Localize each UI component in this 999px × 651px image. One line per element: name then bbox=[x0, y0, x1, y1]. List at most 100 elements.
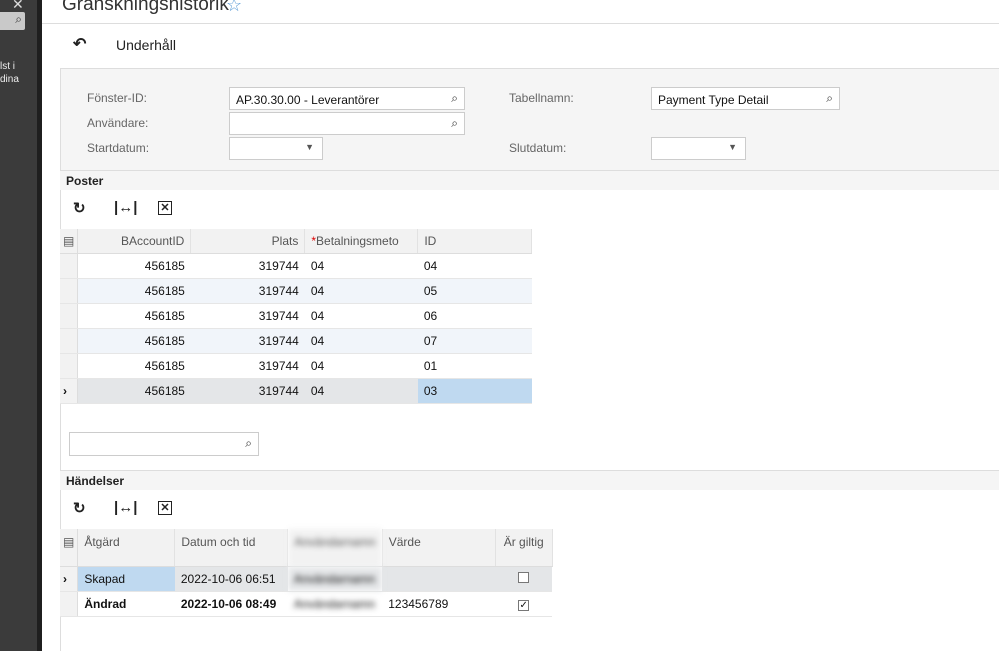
checkbox[interactable]: ✓ bbox=[518, 599, 530, 611]
cell-baccountid[interactable]: 456185 bbox=[77, 378, 191, 404]
row-selector[interactable] bbox=[60, 253, 79, 279]
table-row[interactable]: 456185 319744 04 01 bbox=[60, 353, 532, 379]
row-selector[interactable] bbox=[60, 303, 79, 329]
start-date-select[interactable]: ▼ bbox=[229, 137, 323, 160]
table-row[interactable]: 456185 319744 04 04 bbox=[60, 253, 532, 279]
row-selector[interactable] bbox=[60, 328, 79, 354]
poster-grid: ▤ BAccountID Plats *Betalningsmeto ID 45… bbox=[60, 229, 533, 404]
cell-value[interactable]: 123456789 bbox=[382, 591, 496, 617]
table-row[interactable]: 456185 319744 04 05 bbox=[60, 278, 532, 304]
table-row[interactable]: 456185 319744 04 07 bbox=[60, 328, 532, 354]
search-icon[interactable]: ⌕ bbox=[826, 91, 833, 106]
cell-datetime[interactable]: 2022-10-06 08:49 bbox=[174, 591, 288, 617]
window-id-label: Fönster-ID: bbox=[87, 91, 148, 105]
cell-plats[interactable]: 319744 bbox=[190, 303, 305, 329]
cell-baccountid[interactable]: 456185 bbox=[77, 303, 191, 329]
cell-betalningsmetod[interactable]: 04 bbox=[304, 278, 418, 304]
user-label: Användare: bbox=[87, 116, 149, 130]
cell-id[interactable]: 03 bbox=[417, 378, 532, 404]
cell-plats[interactable]: 319744 bbox=[190, 353, 305, 379]
search-icon[interactable]: ⌕ bbox=[451, 116, 458, 131]
cell-baccountid[interactable]: 456185 bbox=[77, 253, 191, 279]
search-icon[interactable]: ⌕ bbox=[0, 12, 25, 30]
cell-id[interactable]: 06 bbox=[417, 303, 532, 329]
cell-value[interactable] bbox=[382, 566, 496, 592]
table-row[interactable]: 456185 319744 04 06 bbox=[60, 303, 532, 329]
sidebar-text: lst i dina bbox=[0, 61, 19, 85]
table-row[interactable]: Ändrad 2022-10-06 08:49 Användarnamn 123… bbox=[60, 591, 553, 617]
table-row[interactable]: › Skapad 2022-10-06 06:51 Användarnamn bbox=[60, 566, 553, 592]
start-date-label: Startdatum: bbox=[87, 141, 150, 155]
cell-id[interactable]: 05 bbox=[417, 278, 532, 304]
column-header-datetime[interactable]: Datum och tid bbox=[174, 529, 289, 567]
refresh-icon[interactable]: ↻ bbox=[73, 199, 86, 217]
cell-username[interactable]: Användarnamn bbox=[287, 591, 383, 617]
cell-valid[interactable]: ✓ bbox=[495, 591, 553, 617]
cell-betalningsmetod[interactable]: 04 bbox=[304, 303, 418, 329]
cell-betalningsmetod[interactable]: 04 bbox=[304, 353, 418, 379]
row-selector[interactable] bbox=[60, 353, 79, 379]
cell-baccountid[interactable]: 456185 bbox=[77, 328, 191, 354]
cell-betalningsmetod[interactable]: 04 bbox=[304, 328, 418, 354]
cell-plats[interactable]: 319744 bbox=[190, 328, 305, 354]
page-title: Granskningshistorik bbox=[62, 0, 229, 15]
table-name-label: Tabellnamn: bbox=[509, 91, 574, 105]
excel-export-icon[interactable]: ✕ bbox=[158, 201, 172, 215]
search-icon[interactable]: ⌕ bbox=[451, 91, 458, 106]
poster-section-title: Poster bbox=[60, 170, 999, 190]
column-header-plats[interactable]: Plats bbox=[190, 229, 306, 254]
chevron-down-icon: ▼ bbox=[305, 142, 314, 152]
column-header-value[interactable]: Värde bbox=[382, 529, 496, 567]
user-input[interactable]: ⌕ bbox=[229, 112, 465, 135]
row-selector[interactable]: › bbox=[60, 566, 79, 592]
cell-valid[interactable] bbox=[495, 566, 553, 592]
row-selector[interactable]: › bbox=[60, 378, 79, 404]
cell-plats[interactable]: 319744 bbox=[190, 253, 305, 279]
cell-id[interactable]: 01 bbox=[417, 353, 532, 379]
column-header-baccountid[interactable]: BAccountID bbox=[77, 229, 192, 254]
events-section-title: Händelser bbox=[60, 470, 999, 490]
cell-baccountid[interactable]: 456185 bbox=[77, 278, 191, 304]
refresh-icon[interactable]: ↻ bbox=[73, 499, 86, 517]
window-id-input[interactable]: AP.30.30.00 - Leverantörer ⌕ bbox=[229, 87, 465, 110]
row-selector[interactable] bbox=[60, 278, 79, 304]
cell-action[interactable]: Skapad bbox=[77, 566, 175, 592]
table-name-input[interactable]: Payment Type Detail ⌕ bbox=[651, 87, 840, 110]
row-selector[interactable] bbox=[60, 591, 79, 617]
app-sidebar: ✕ ⌕ lst i dina bbox=[0, 0, 37, 651]
sidebar-divider bbox=[37, 0, 42, 651]
checkbox[interactable] bbox=[518, 571, 530, 583]
cell-action[interactable]: Ändrad bbox=[77, 591, 175, 617]
cell-betalningsmetod[interactable]: 04 bbox=[304, 253, 418, 279]
chevron-down-icon: ▼ bbox=[728, 142, 737, 152]
cell-datetime[interactable]: 2022-10-06 06:51 bbox=[174, 566, 288, 592]
column-settings-icon[interactable]: ▤ bbox=[60, 229, 79, 254]
excel-export-icon[interactable]: ✕ bbox=[158, 501, 172, 515]
end-date-label: Slutdatum: bbox=[509, 141, 567, 155]
filter-panel bbox=[60, 68, 999, 171]
cell-plats[interactable]: 319744 bbox=[190, 378, 305, 404]
column-header-id[interactable]: ID bbox=[417, 229, 533, 254]
cell-betalningsmetod[interactable]: 04 bbox=[304, 378, 418, 404]
undo-icon[interactable]: ↶ bbox=[73, 34, 86, 54]
fit-columns-icon[interactable]: |↔| bbox=[114, 199, 137, 216]
cell-username[interactable]: Användarnamn bbox=[287, 566, 383, 592]
maintenance-button[interactable]: Underhåll bbox=[116, 37, 176, 53]
events-grid: ▤ Åtgärd Datum och tid Användarnamn Värd… bbox=[60, 529, 553, 617]
fit-columns-icon[interactable]: |↔| bbox=[114, 499, 137, 516]
table-row[interactable]: › 456185 319744 04 03 bbox=[60, 378, 532, 404]
column-settings-icon[interactable]: ▤ bbox=[60, 529, 79, 567]
column-header-betalningsmetod[interactable]: *Betalningsmeto bbox=[304, 229, 419, 254]
end-date-select[interactable]: ▼ bbox=[651, 137, 746, 160]
column-header-action[interactable]: Åtgärd bbox=[77, 529, 176, 567]
column-header-valid[interactable]: Är giltig bbox=[495, 529, 553, 567]
star-icon[interactable]: ☆ bbox=[226, 0, 242, 16]
column-header-username[interactable]: Användarnamn bbox=[287, 529, 383, 567]
cell-baccountid[interactable]: 456185 bbox=[77, 353, 191, 379]
cell-id[interactable]: 04 bbox=[417, 253, 532, 279]
search-icon[interactable]: ⌕ bbox=[245, 436, 252, 451]
cell-plats[interactable]: 319744 bbox=[190, 278, 305, 304]
cell-id[interactable]: 07 bbox=[417, 328, 532, 354]
divider bbox=[42, 23, 999, 24]
poster-search-input[interactable]: ⌕ bbox=[69, 432, 259, 456]
